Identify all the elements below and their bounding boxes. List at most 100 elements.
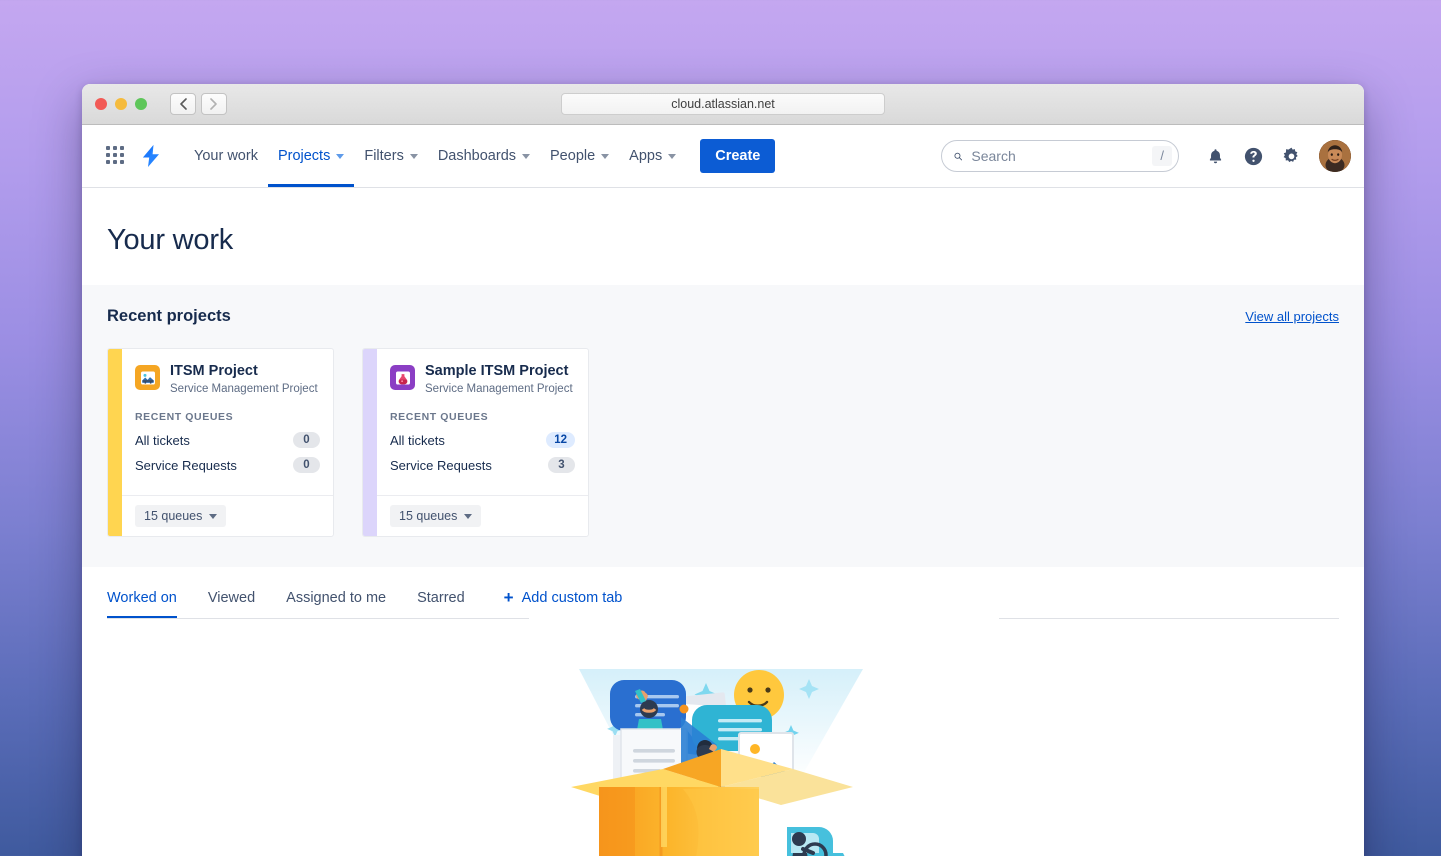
queue-name: Service Requests	[390, 458, 492, 473]
queue-row[interactable]: All tickets 12	[390, 432, 575, 448]
project-name: Sample ITSM Project	[425, 363, 573, 380]
jira-top-navigation: Your work Projects Filters Dashboards Pe…	[82, 125, 1364, 188]
page-header: Your work	[82, 188, 1364, 285]
tabs-divider-right	[999, 618, 1339, 619]
queue-count-badge: 0	[293, 457, 320, 473]
window-traffic-lights	[95, 98, 147, 110]
image-placeholder-icon	[135, 365, 160, 390]
nav-item-projects[interactable]: Projects	[268, 125, 354, 187]
queues-dropdown-button[interactable]: 15 queues	[390, 505, 481, 527]
tabs-list: Worked on Viewed Assigned to me Starred …	[107, 589, 1339, 619]
tab-worked-on[interactable]: Worked on	[107, 590, 177, 619]
project-card-footer: 15 queues	[122, 495, 333, 536]
chevron-down-icon	[209, 514, 217, 519]
search-input[interactable]	[971, 148, 1152, 164]
maximize-window-button[interactable]	[135, 98, 147, 110]
chevron-down-icon	[336, 154, 344, 159]
queues-dropdown-button[interactable]: 15 queues	[135, 505, 226, 527]
project-card-sample-itsm[interactable]: Sample ITSM Project Service Management P…	[362, 348, 589, 537]
forward-button[interactable]	[201, 93, 227, 115]
queue-count-badge: 3	[548, 457, 575, 473]
grid-apps-icon[interactable]	[106, 146, 126, 166]
user-avatar[interactable]	[1319, 140, 1351, 172]
queues-count-label: 15 queues	[399, 509, 457, 523]
nav-item-apps[interactable]: Apps	[619, 125, 686, 187]
page-title: Your work	[107, 224, 1339, 257]
recent-projects-section: Recent projects View all projects	[82, 285, 1364, 567]
browser-titlebar: cloud.atlassian.net	[82, 84, 1364, 125]
recent-projects-header: Recent projects View all projects	[107, 307, 1339, 326]
view-all-projects-link[interactable]: View all projects	[1245, 309, 1339, 324]
nav-label: Filters	[364, 148, 403, 164]
add-custom-tab-button[interactable]: + Add custom tab	[504, 589, 623, 619]
chevron-down-icon	[668, 154, 676, 159]
recent-projects-heading: Recent projects	[107, 307, 231, 326]
nav-right-controls: /	[941, 140, 1351, 172]
project-name: ITSM Project	[170, 363, 318, 380]
notifications-button[interactable]	[1199, 140, 1231, 172]
moving-box-truck-illustration	[563, 657, 883, 856]
queue-row[interactable]: All tickets 0	[135, 432, 320, 448]
tab-viewed[interactable]: Viewed	[208, 590, 255, 619]
work-tabs: Worked on Viewed Assigned to me Starred …	[82, 567, 1364, 619]
queue-row[interactable]: Service Requests 3	[390, 457, 575, 473]
flask-potion-icon	[390, 365, 415, 390]
chevron-down-icon	[601, 154, 609, 159]
bell-icon	[1206, 147, 1225, 166]
flask-glyph	[394, 369, 412, 387]
nav-item-dashboards[interactable]: Dashboards	[428, 125, 540, 187]
back-button[interactable]	[170, 93, 196, 115]
nav-label: People	[550, 148, 595, 164]
search-box[interactable]: /	[941, 140, 1179, 172]
settings-button[interactable]	[1275, 140, 1307, 172]
queue-count-badge: 0	[293, 432, 320, 448]
project-card-itsm[interactable]: ITSM Project Service Management Project …	[107, 348, 334, 537]
image-glyph	[139, 369, 157, 387]
tab-assigned-to-me[interactable]: Assigned to me	[286, 590, 386, 619]
url-bar[interactable]: cloud.atlassian.net	[561, 93, 885, 115]
queue-row[interactable]: Service Requests 0	[135, 457, 320, 473]
nav-item-filters[interactable]: Filters	[354, 125, 427, 187]
browser-nav-arrows	[170, 93, 227, 115]
project-card-footer: 15 queues	[377, 495, 588, 536]
project-cards: ITSM Project Service Management Project …	[107, 348, 1339, 537]
chevron-left-icon	[179, 98, 187, 110]
queues-count-label: 15 queues	[144, 509, 202, 523]
jira-bolt-logo[interactable]	[140, 144, 162, 168]
chevron-down-icon	[522, 154, 530, 159]
project-card-stripe	[108, 349, 122, 536]
recent-queues-label: RECENT QUEUES	[390, 411, 575, 423]
chevron-right-icon	[210, 98, 218, 110]
create-button[interactable]: Create	[700, 139, 775, 173]
avatar-photo-icon	[1319, 140, 1351, 172]
url-text: cloud.atlassian.net	[671, 97, 775, 111]
nav-label: Projects	[278, 148, 330, 164]
tabs-divider-left	[107, 618, 529, 619]
jira-bolt-icon	[140, 144, 162, 168]
nav-label: Dashboards	[438, 148, 516, 164]
project-subtitle: Service Management Project	[425, 383, 573, 395]
close-window-button[interactable]	[95, 98, 107, 110]
nav-item-people[interactable]: People	[540, 125, 619, 187]
plus-icon: +	[504, 589, 514, 606]
gear-icon	[1281, 146, 1302, 167]
add-custom-tab-label: Add custom tab	[522, 590, 623, 606]
nav-label: Your work	[194, 148, 258, 164]
empty-state-illustration-area	[82, 619, 1364, 856]
queue-name: All tickets	[135, 433, 190, 448]
minimize-window-button[interactable]	[115, 98, 127, 110]
browser-window: cloud.atlassian.net Your work Projects	[82, 84, 1364, 856]
project-subtitle: Service Management Project	[170, 383, 318, 395]
search-shortcut-key: /	[1152, 146, 1172, 166]
help-button[interactable]	[1237, 140, 1269, 172]
question-circle-icon	[1243, 146, 1264, 167]
nav-label: Apps	[629, 148, 662, 164]
tab-starred[interactable]: Starred	[417, 590, 465, 619]
queue-count-badge: 12	[546, 432, 575, 448]
recent-queues-label: RECENT QUEUES	[135, 411, 320, 423]
project-card-stripe	[363, 349, 377, 536]
nav-items: Your work Projects Filters Dashboards Pe…	[184, 125, 686, 187]
search-icon	[954, 149, 962, 164]
chevron-down-icon	[410, 154, 418, 159]
nav-item-your-work[interactable]: Your work	[184, 125, 268, 187]
